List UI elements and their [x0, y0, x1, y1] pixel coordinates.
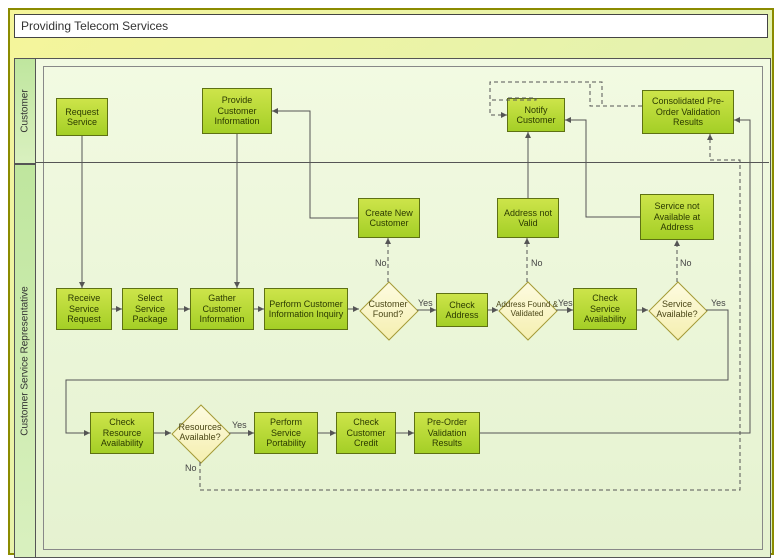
label-yes-1: Yes — [418, 298, 433, 308]
lane-label-customer: Customer — [14, 58, 36, 164]
node-preorder-results[interactable]: Pre-Order Validation Results — [414, 412, 480, 454]
node-check-credit[interactable]: Check Customer Credit — [336, 412, 396, 454]
lane-label-csr-text: Customer Service Representative — [20, 286, 31, 436]
label-no-1: No — [375, 258, 387, 268]
node-check-service-avail[interactable]: Check Service Availability — [573, 288, 637, 330]
node-perform-inquiry[interactable]: Perform Customer Information Inquiry — [264, 288, 348, 330]
label-no-2: No — [531, 258, 543, 268]
lane-label-customer-text: Customer — [20, 89, 31, 132]
label-no-4: No — [185, 463, 197, 473]
diagram-title: Providing Telecom Services — [14, 14, 768, 38]
label-no-3: No — [680, 258, 692, 268]
node-receive-request[interactable]: Receive Service Request — [56, 288, 112, 330]
node-check-resource-avail[interactable]: Check Resource Availability — [90, 412, 154, 454]
node-request-service[interactable]: Request Service — [56, 98, 108, 136]
node-address-not-valid[interactable]: Address not Valid — [497, 198, 559, 238]
node-service-not-avail[interactable]: Service not Available at Address — [640, 194, 714, 240]
label-yes-3: Yes — [711, 298, 726, 308]
label-yes-2: Yes — [558, 298, 573, 308]
node-select-package[interactable]: Select Service Package — [122, 288, 178, 330]
node-gather-info[interactable]: Gather Customer Information — [190, 288, 254, 330]
lane-label-csr: Customer Service Representative — [14, 164, 36, 558]
diagram-frame: Providing Telecom Services Customer Cust… — [8, 8, 774, 555]
node-perform-portability[interactable]: Perform Service Portability — [254, 412, 318, 454]
node-check-address[interactable]: Check Address — [436, 293, 488, 327]
label-yes-4: Yes — [232, 420, 247, 430]
node-create-new-customer[interactable]: Create New Customer — [358, 198, 420, 238]
lane-divider — [35, 162, 769, 163]
node-notify-customer[interactable]: Notify Customer — [507, 98, 565, 132]
node-provide-customer-info[interactable]: Provide Customer Information — [202, 88, 272, 134]
node-consolidated-results[interactable]: Consolidated Pre-Order Validation Result… — [642, 90, 734, 134]
